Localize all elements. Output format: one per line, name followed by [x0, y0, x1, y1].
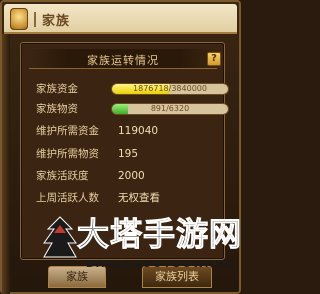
tab-family[interactable]: 家族	[48, 266, 106, 288]
window-title: 家族	[42, 14, 71, 29]
tab-family-list[interactable]: 家族列表	[142, 266, 212, 288]
weekly-active-value: 无权查看	[118, 192, 160, 204]
family-fund-bar-text: 1876718/3840000	[133, 84, 207, 93]
maintenance-fund-label: 维护所需资金	[36, 125, 99, 137]
window-header: 家族	[4, 4, 237, 34]
help-button[interactable]: ?	[207, 52, 221, 66]
maintenance-supply-label: 维护所需物资	[36, 148, 99, 160]
left-border	[2, 34, 10, 294]
family-activity-value: 2000	[118, 170, 145, 182]
family-activity-label: 家族活跃度	[36, 170, 89, 182]
family-supply-bar-text: 891/6320	[150, 104, 190, 113]
family-fund-bar: 1876718/3840000	[111, 83, 229, 95]
maintenance-fund-value: 119040	[118, 125, 159, 137]
panel-title: 家族运转情况	[87, 54, 159, 67]
header-divider	[34, 12, 36, 27]
family-window: 家族 家族运转情况 ? 家族资金 1876718/3840000 家族物资 89…	[0, 0, 242, 294]
family-emblem-icon	[10, 8, 28, 30]
family-supply-label: 家族物资	[36, 103, 78, 115]
family-supply-bar: 891/6320	[111, 103, 229, 115]
maintenance-supply-value: 195	[118, 148, 139, 160]
family-status-panel: 家族运转情况 ? 家族资金 1876718/3840000 家族物资 891/6…	[20, 42, 229, 260]
panel-title-bar: 家族运转情况	[29, 49, 217, 69]
family-fund-label: 家族资金	[36, 83, 78, 95]
weekly-active-label: 上周活跃人数	[36, 192, 99, 204]
